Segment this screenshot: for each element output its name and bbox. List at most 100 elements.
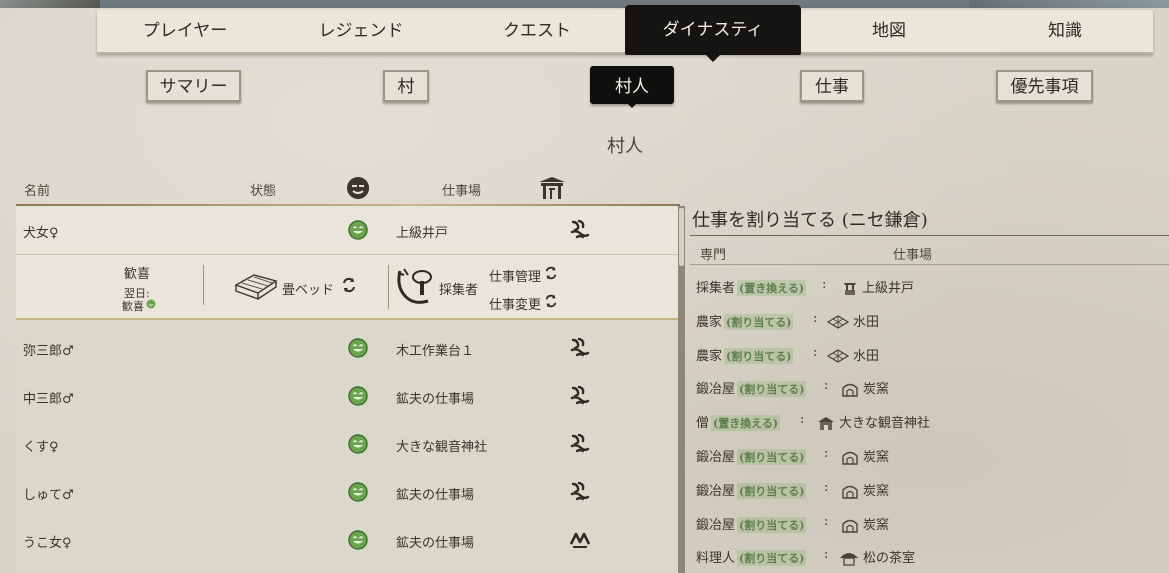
bed-name: 畳ベッド <box>282 283 335 298</box>
villager-workplace: 大きな観音神社 <box>396 440 488 455</box>
tab-quest[interactable]: クエスト <box>449 9 625 53</box>
paddy-icon <box>826 315 850 329</box>
tab-map[interactable]: 地図 <box>801 9 977 53</box>
gatherer-job-icon <box>570 219 590 239</box>
job-slot-row[interactable]: 鍛冶屋 (割り当てる) : 炭窯 <box>696 378 1136 398</box>
assign-header-divider <box>690 264 1169 265</box>
job-role: 鍛冶屋 <box>696 518 736 533</box>
job-slot-row[interactable]: 鍛冶屋 (割り当てる) : 炭窯 <box>696 446 1136 466</box>
assign-tag[interactable]: (割り当てる) <box>737 381 807 397</box>
assign-tag[interactable]: (割り当てる) <box>737 550 807 566</box>
job-role: 採集者 <box>696 281 736 296</box>
subtab-jobs[interactable]: 仕事 <box>800 70 864 102</box>
villager-name: 中三郎♂ <box>23 392 74 407</box>
column-header-status[interactable]: 状態 <box>250 180 276 199</box>
assign-tag[interactable]: (割り当てる) <box>737 449 807 465</box>
assign-tag[interactable]: (割り当てる) <box>724 348 794 364</box>
assign-tag[interactable]: (割り当てる) <box>724 314 794 330</box>
current-mood: 歓喜 <box>124 267 151 282</box>
job-slot-row[interactable]: 鍛冶屋 (割り当てる) : 炭窯 <box>696 514 1136 534</box>
villager-row[interactable]: しゅて♂ 鉱夫の仕事場 <box>16 468 678 516</box>
job-workplace: 炭窯 <box>863 450 890 465</box>
job-slot-row[interactable]: 採集者 (置き換える) : 上級井戸 <box>696 277 1136 297</box>
column-header-specialty: 専門 <box>700 248 727 263</box>
job-workplace: 上級井戸 <box>862 281 915 296</box>
job-role: 農家 <box>696 349 723 364</box>
change-bed-icon[interactable] <box>341 277 357 293</box>
villager-row[interactable]: 中三郎♂ 鉱夫の仕事場 <box>16 372 678 420</box>
job-slot-row[interactable]: 農家 (割り当てる) : 水田 <box>696 311 1136 331</box>
gatherer-job-icon <box>570 385 590 405</box>
active-caret-icon <box>706 55 720 62</box>
tab-player[interactable]: プレイヤー <box>97 9 273 53</box>
change-job-label[interactable]: 仕事変更 <box>489 294 541 313</box>
change-job-icon[interactable] <box>544 294 558 308</box>
tab-dynasty[interactable]: ダイナスティ <box>625 5 801 62</box>
job-role: 鍛冶屋 <box>696 484 736 499</box>
job-slot-row[interactable]: 料理人 (割り当てる) : 松の茶室 <box>696 547 1136 567</box>
happy-face-icon <box>348 386 368 406</box>
tatami-bed-icon <box>234 274 278 300</box>
section-title: 村人 <box>607 136 643 157</box>
well-icon <box>844 283 856 295</box>
job-workplace: 水田 <box>853 349 880 364</box>
villager-row[interactable]: 犬女♀ 上級井戸 <box>16 206 678 254</box>
villager-row[interactable]: 弥三郎♂ 木工作業台１ <box>16 324 678 372</box>
villager-row[interactable]: うこ女♀ 鉱夫の仕事場 <box>16 516 678 564</box>
job-slot-row[interactable]: 農家 (割り当てる) : 水田 <box>696 345 1136 365</box>
column-header-assign-workplace: 仕事場 <box>893 248 933 263</box>
assign-tag[interactable]: (割り当てる) <box>737 517 807 533</box>
gatherer-job-icon <box>570 481 590 501</box>
job-workplace: 大きな観音神社 <box>839 416 931 431</box>
villager-name: うこ女♀ <box>23 536 72 551</box>
tab-dynasty-label: ダイナスティ <box>662 20 764 40</box>
job-workplace: 水田 <box>853 315 880 330</box>
job-workplace: 炭窯 <box>863 484 890 499</box>
villager-workplace: 鉱夫の仕事場 <box>396 488 475 503</box>
villager-name: 犬女♀ <box>23 226 59 241</box>
assign-title-divider <box>690 235 1169 236</box>
subtab-priorities[interactable]: 優先事項 <box>996 70 1093 102</box>
manage-job-label[interactable]: 仕事管理 <box>489 266 541 285</box>
profession-name: 採集者 <box>439 283 479 298</box>
villager-row[interactable]: くす♀ 大きな観音神社 <box>16 420 678 468</box>
job-role: 農家 <box>696 315 723 330</box>
happy-face-icon <box>348 482 368 502</box>
villager-workplace: 鉱夫の仕事場 <box>396 392 475 407</box>
subtab-villagers-label: 村人 <box>615 77 649 97</box>
happy-face-icon <box>348 434 368 454</box>
subtab-summary[interactable]: サマリー <box>146 70 241 102</box>
tab-legend[interactable]: レジェンド <box>273 9 449 53</box>
workplace-header-icon <box>539 177 565 199</box>
detail-divider <box>388 265 389 309</box>
kiln-icon <box>842 519 858 533</box>
manage-job-icon[interactable] <box>544 266 558 280</box>
column-header-name[interactable]: 名前 <box>24 180 50 199</box>
job-workplace: 炭窯 <box>863 382 890 397</box>
happy-face-icon <box>348 220 368 240</box>
shrine-icon <box>818 417 834 430</box>
villager-workplace: 上級井戸 <box>396 226 449 241</box>
subtab-villagers[interactable]: 村人 <box>590 66 674 108</box>
column-header-workplace[interactable]: 仕事場 <box>442 180 481 199</box>
subtab-village[interactable]: 村 <box>383 70 429 102</box>
list-scrollbar-thumb[interactable] <box>679 208 684 266</box>
kiln-icon <box>842 383 858 397</box>
villager-workplace: 木工作業台１ <box>396 344 475 359</box>
job-slot-row[interactable]: 鍛冶屋 (割り当てる) : 炭窯 <box>696 480 1136 500</box>
tab-knowledge[interactable]: 知識 <box>977 9 1153 53</box>
assign-tag[interactable]: (割り当てる) <box>737 483 807 499</box>
job-slot-row[interactable]: 僧 (置き換える) : 大きな観音神社 <box>696 412 1136 432</box>
villager-name: しゅて♂ <box>23 488 74 503</box>
active-caret-icon <box>626 102 638 108</box>
job-workplace: 松の茶室 <box>863 551 916 566</box>
job-role: 僧 <box>696 416 710 431</box>
next-day-mood: 歓喜 <box>122 300 144 313</box>
villager-name: 弥三郎♂ <box>23 344 74 359</box>
main-tab-bar: プレイヤー レジェンド クエスト ダイナスティ 地図 知識 <box>97 5 1153 62</box>
replace-tag[interactable]: (置き換える) <box>711 415 781 431</box>
villager-workplace: 鉱夫の仕事場 <box>396 536 475 551</box>
replace-tag[interactable]: (置き換える) <box>737 280 807 296</box>
kiln-icon <box>842 485 858 499</box>
job-workplace: 炭窯 <box>863 518 890 533</box>
